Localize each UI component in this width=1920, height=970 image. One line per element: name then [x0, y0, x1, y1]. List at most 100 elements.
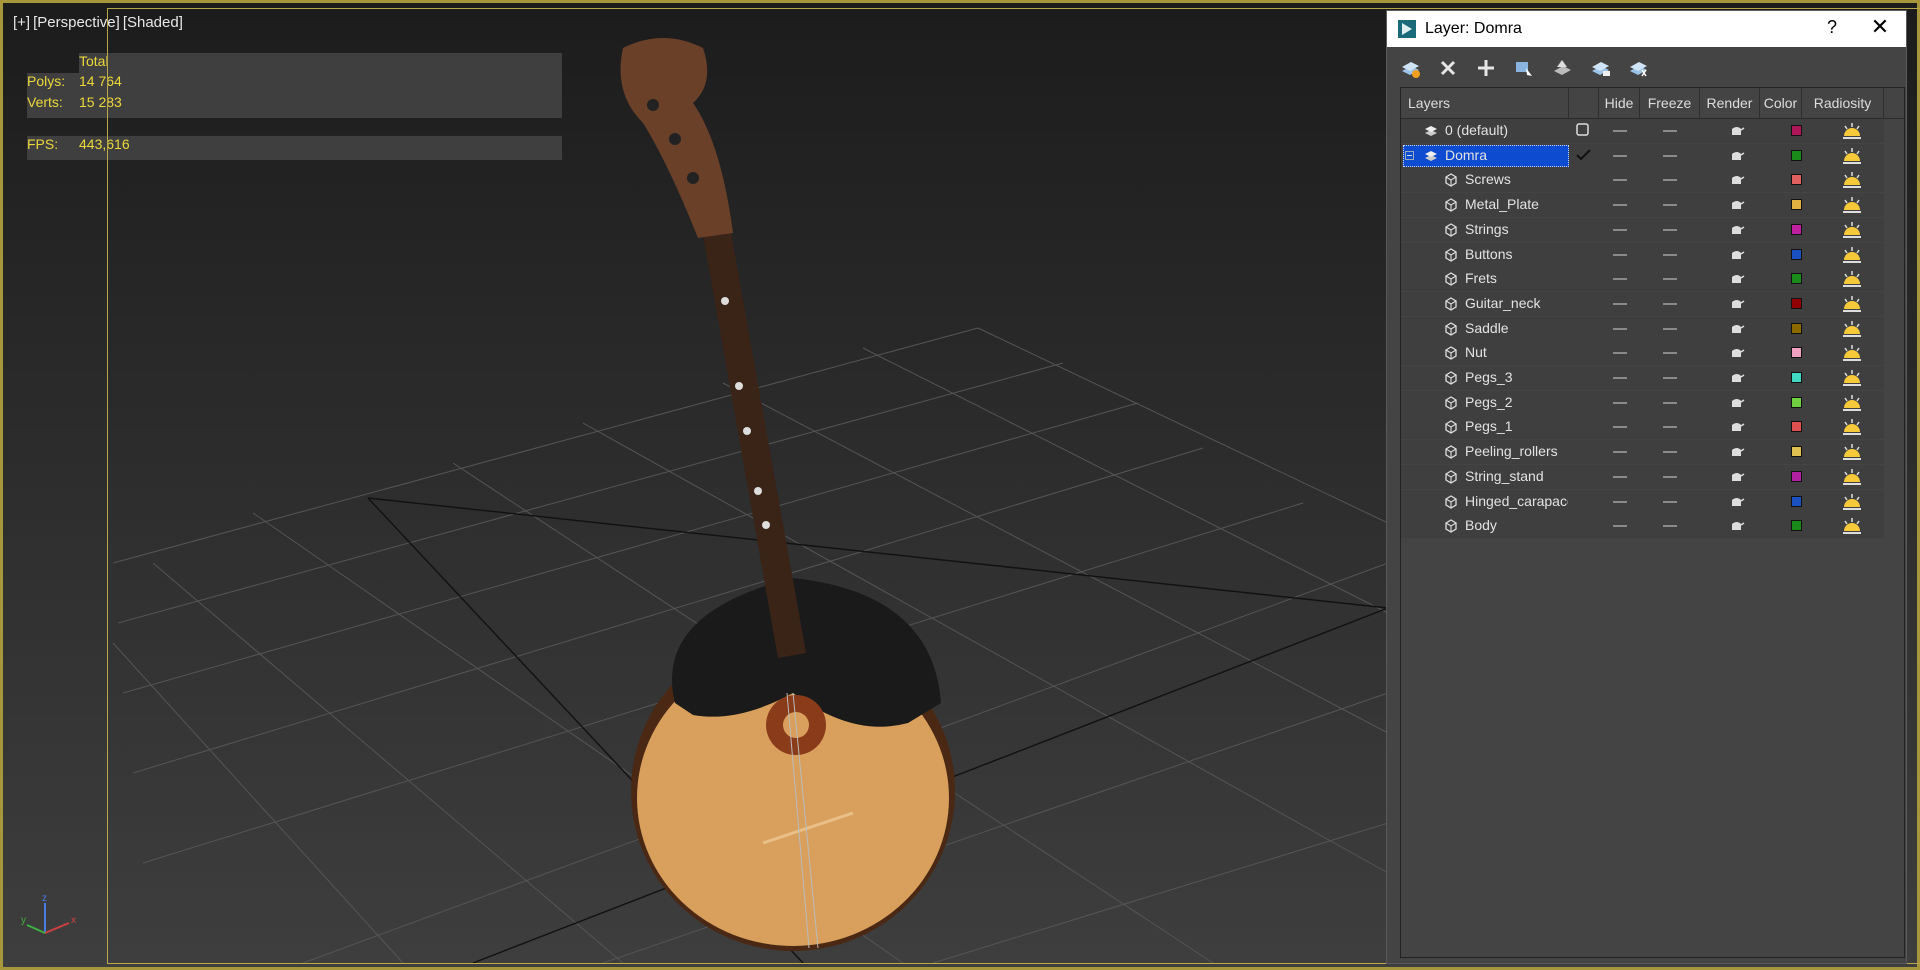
render-teapot-icon[interactable] [1729, 223, 1745, 237]
radiosity-sun-icon[interactable] [1839, 318, 1865, 340]
render-teapot-icon[interactable] [1729, 173, 1745, 187]
freeze-toggle[interactable] [1663, 204, 1677, 206]
object-row[interactable]: Pegs_1 [1401, 415, 1884, 439]
column-color[interactable]: Color [1760, 88, 1802, 118]
hide-toggle[interactable] [1613, 476, 1627, 478]
hide-toggle[interactable] [1613, 377, 1627, 379]
row-name[interactable]: String_stand [1465, 468, 1568, 484]
hide-toggle[interactable] [1613, 303, 1627, 305]
render-teapot-icon[interactable] [1729, 470, 1745, 484]
render-teapot-icon[interactable] [1729, 445, 1745, 459]
object-row[interactable]: Pegs_3 [1401, 366, 1884, 390]
object-row[interactable]: Saddle [1401, 317, 1884, 341]
layer-color-swatch[interactable] [1791, 471, 1802, 482]
hide-toggle[interactable] [1613, 426, 1627, 428]
layer-color-swatch[interactable] [1791, 224, 1802, 235]
radiosity-sun-icon[interactable] [1839, 515, 1865, 537]
render-teapot-icon[interactable] [1729, 124, 1745, 138]
row-name[interactable]: Pegs_2 [1465, 394, 1568, 410]
freeze-toggle[interactable] [1663, 130, 1677, 132]
layer-color-swatch[interactable] [1791, 273, 1802, 284]
row-name[interactable]: Nut [1465, 344, 1568, 360]
viewport-label[interactable]: [+] [Perspective] [Shaded] [13, 14, 186, 31]
object-row[interactable]: Nut [1401, 341, 1884, 365]
layer-explorer-window[interactable]: Layer: Domra ? ✕ Layers Hide Freeze Rend… [1386, 10, 1907, 964]
row-name[interactable]: Screws [1465, 171, 1568, 187]
row-name[interactable]: Domra [1445, 147, 1548, 163]
row-name[interactable]: Hinged_carapace [1465, 493, 1568, 509]
highlight-selected-button[interactable] [1549, 55, 1575, 81]
layer-color-swatch[interactable] [1791, 249, 1802, 260]
collapse-toggle[interactable] [1405, 151, 1414, 160]
current-layer-box-icon[interactable] [1575, 122, 1591, 138]
help-button[interactable]: ? [1820, 17, 1844, 38]
hide-toggle[interactable] [1613, 179, 1627, 181]
radiosity-sun-icon[interactable] [1839, 268, 1865, 290]
hide-toggle[interactable] [1613, 254, 1627, 256]
add-to-layer-button[interactable] [1473, 55, 1499, 81]
row-name[interactable]: Pegs_1 [1465, 418, 1568, 434]
layer-color-swatch[interactable] [1791, 372, 1802, 383]
render-teapot-icon[interactable] [1729, 198, 1745, 212]
object-row[interactable]: Frets [1401, 267, 1884, 291]
layer-color-swatch[interactable] [1791, 199, 1802, 210]
viewport-menu-plus[interactable]: [+] [13, 14, 30, 31]
layer-color-swatch[interactable] [1791, 496, 1802, 507]
layer-list[interactable]: Layers Hide Freeze Render Color Radiosit… [1400, 87, 1905, 958]
hide-toggle[interactable] [1613, 525, 1627, 527]
hide-toggle[interactable] [1613, 328, 1627, 330]
object-row[interactable]: Pegs_2 [1401, 391, 1884, 415]
render-teapot-icon[interactable] [1729, 371, 1745, 385]
row-name[interactable]: Pegs_3 [1465, 369, 1568, 385]
render-teapot-icon[interactable] [1729, 272, 1745, 286]
hide-all-button[interactable] [1587, 55, 1613, 81]
radiosity-sun-icon[interactable] [1839, 293, 1865, 315]
hide-toggle[interactable] [1613, 155, 1627, 157]
render-teapot-icon[interactable] [1729, 519, 1745, 533]
freeze-toggle[interactable] [1663, 179, 1677, 181]
freeze-toggle[interactable] [1663, 476, 1677, 478]
column-layers[interactable]: Layers [1401, 88, 1569, 118]
row-name[interactable]: Saddle [1465, 320, 1568, 336]
layer-color-swatch[interactable] [1791, 298, 1802, 309]
freeze-toggle[interactable] [1663, 229, 1677, 231]
object-row[interactable]: Peeling_rollers [1401, 440, 1884, 464]
viewport-shading-label[interactable]: [Shaded] [123, 14, 183, 31]
radiosity-sun-icon[interactable] [1839, 367, 1865, 389]
freeze-toggle[interactable] [1663, 352, 1677, 354]
object-row[interactable]: Screws [1401, 168, 1884, 192]
row-name[interactable]: Guitar_neck [1465, 295, 1568, 311]
radiosity-sun-icon[interactable] [1839, 244, 1865, 266]
layer-color-swatch[interactable] [1791, 174, 1802, 185]
row-name[interactable]: Body [1465, 517, 1568, 533]
freeze-toggle[interactable] [1663, 328, 1677, 330]
layer-row[interactable]: 0 (default) [1401, 119, 1884, 143]
hide-toggle[interactable] [1613, 352, 1627, 354]
hide-toggle[interactable] [1613, 402, 1627, 404]
render-teapot-icon[interactable] [1729, 149, 1745, 163]
row-name[interactable]: 0 (default) [1445, 122, 1548, 138]
radiosity-sun-icon[interactable] [1839, 342, 1865, 364]
object-row[interactable]: Metal_Plate [1401, 193, 1884, 217]
layer-color-swatch[interactable] [1791, 421, 1802, 432]
render-teapot-icon[interactable] [1729, 297, 1745, 311]
freeze-toggle[interactable] [1663, 254, 1677, 256]
render-teapot-icon[interactable] [1729, 396, 1745, 410]
render-teapot-icon[interactable] [1729, 420, 1745, 434]
select-objects-button[interactable] [1511, 55, 1537, 81]
object-row[interactable]: Guitar_neck [1401, 292, 1884, 316]
render-teapot-icon[interactable] [1729, 495, 1745, 509]
row-name[interactable]: Buttons [1465, 246, 1568, 262]
freeze-toggle[interactable] [1663, 525, 1677, 527]
radiosity-sun-icon[interactable] [1839, 441, 1865, 463]
layer-color-swatch[interactable] [1791, 347, 1802, 358]
current-layer-check-icon[interactable] [1575, 147, 1593, 163]
radiosity-sun-icon[interactable] [1839, 194, 1865, 216]
freeze-toggle[interactable] [1663, 402, 1677, 404]
layer-color-swatch[interactable] [1791, 397, 1802, 408]
column-radiosity[interactable]: Radiosity [1802, 88, 1884, 118]
column-current[interactable] [1569, 88, 1599, 118]
freeze-toggle[interactable] [1663, 278, 1677, 280]
freeze-toggle[interactable] [1663, 451, 1677, 453]
freeze-toggle[interactable] [1663, 155, 1677, 157]
